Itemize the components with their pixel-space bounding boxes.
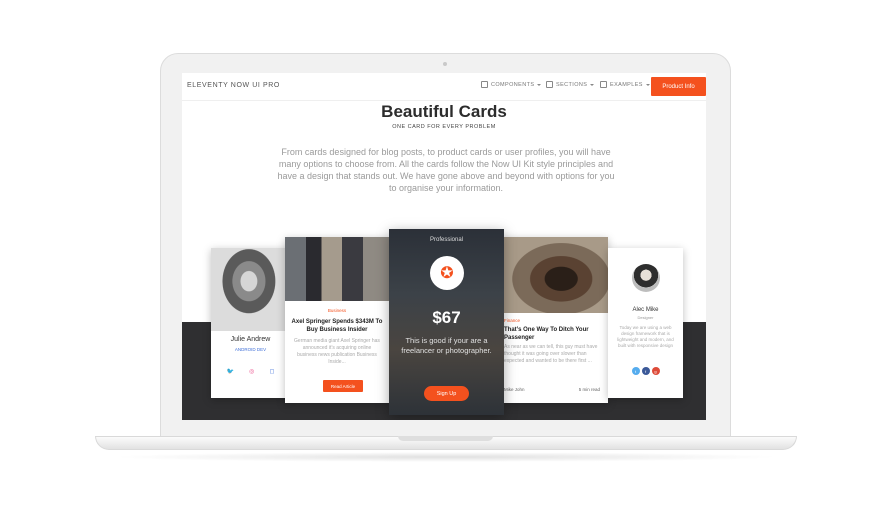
nav-item-label: SECTIONS	[556, 81, 588, 88]
twitter-icon[interactable]: t	[631, 367, 640, 375]
read-time: 5 min read	[578, 387, 600, 392]
blog-tag: Business	[327, 308, 347, 313]
google-plus-icon[interactable]: g	[651, 367, 660, 375]
blog-photo	[285, 237, 389, 301]
blog-text: As near as we can tell, this guy must ha…	[504, 344, 598, 364]
team-name: Alec Mike	[632, 307, 659, 313]
sign-up-button[interactable]: Sign Up	[424, 386, 469, 401]
social-row: 🐦 ◎ ◻	[211, 368, 290, 375]
chevron-down-icon	[537, 83, 542, 86]
team-role: Designer	[637, 315, 654, 320]
profile-name: Julie Andrew	[230, 336, 271, 343]
blog-title[interactable]: Axel Springer Spends $343M To Buy Busine…	[291, 318, 383, 334]
profile-card: Julie Andrew ANDROID DEV 🐦 ◎ ◻	[211, 248, 290, 398]
blog-tag: Finance	[504, 318, 521, 323]
brand-logo[interactable]: ELEVENTY NOW UI PRO	[187, 82, 280, 89]
team-text: Today we are using a web design framewor…	[617, 325, 674, 348]
chevron-down-icon	[645, 83, 650, 86]
laptop-screen: ELEVENTY NOW UI PRO COMPONENTS SECTIONS …	[182, 73, 706, 420]
blog-photo	[504, 237, 608, 313]
pricing-card: Professional ✪ $67 This is good if your …	[389, 229, 504, 415]
instagram-icon[interactable]: ◻	[269, 368, 274, 375]
nav-item-components[interactable]: COMPONENTS	[481, 81, 542, 88]
page-description: From cards designed for blog posts, to p…	[277, 147, 615, 193]
blog-text: German media giant Axel Springer has ann…	[294, 338, 380, 365]
laptop-notch	[398, 436, 493, 441]
laptop-shadow	[110, 452, 782, 462]
nav-item-label: EXAMPLES	[610, 81, 643, 88]
read-article-button[interactable]: Read Article	[323, 380, 363, 392]
dribbble-icon[interactable]: ◎	[249, 368, 254, 375]
camera-icon	[443, 62, 447, 66]
blog-title[interactable]: That’s One Way To Ditch Your Passenger	[504, 326, 604, 342]
chevron-down-icon	[590, 83, 595, 86]
box-icon	[481, 81, 488, 88]
profile-role: ANDROID DEV	[234, 347, 267, 352]
price-amount: $67	[432, 308, 461, 327]
nav-item-sections[interactable]: SECTIONS	[546, 81, 595, 88]
profile-photo	[211, 248, 290, 331]
avatar	[632, 264, 660, 292]
blog-card: Business Axel Springer Spends $343M To B…	[285, 237, 389, 403]
twitter-icon[interactable]: 🐦	[227, 368, 234, 375]
planet-icon: ✪	[430, 256, 464, 290]
layers-icon	[546, 81, 553, 88]
team-social-row: t f g	[608, 367, 683, 375]
image-icon	[600, 81, 607, 88]
page-subtitle: ONE CARD FOR EVERY PROBLEM	[392, 124, 496, 130]
navbar: ELEVENTY NOW UI PRO COMPONENTS SECTIONS …	[182, 73, 706, 101]
blog-footer: Mike John 5 min read	[504, 387, 608, 392]
pricing-label: Professional	[429, 237, 464, 243]
product-info-button[interactable]: Product Info	[651, 77, 706, 96]
facebook-icon[interactable]: f	[641, 367, 650, 375]
blog-card-2: Finance That’s One Way To Ditch Your Pas…	[504, 237, 608, 403]
author-name[interactable]: Mike John	[504, 387, 525, 392]
team-card: Alec Mike Designer Today we are using a …	[608, 248, 683, 398]
nav-item-examples[interactable]: EXAMPLES	[600, 81, 650, 88]
pricing-text: This is good if your are a freelancer or…	[401, 336, 492, 355]
page-title: Beautiful Cards	[381, 102, 507, 121]
nav-item-label: COMPONENTS	[491, 81, 535, 88]
